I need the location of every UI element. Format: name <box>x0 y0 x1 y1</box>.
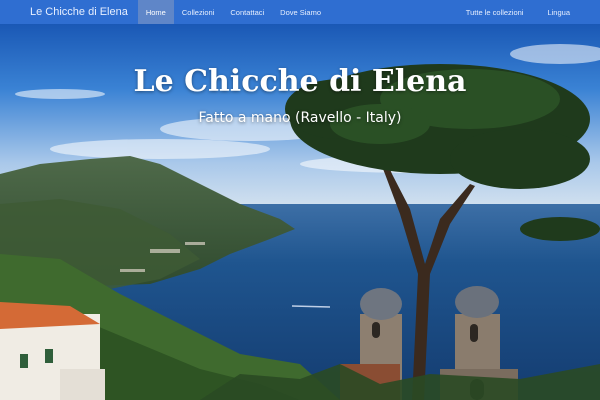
nav-item-contattaci[interactable]: Contattaci <box>222 0 272 24</box>
nav-item-lingua[interactable]: Lingua <box>535 0 582 24</box>
nav-item-home[interactable]: Home <box>137 0 174 24</box>
hero-banner: Le Chicche di Elena Fatto a mano (Ravell… <box>0 24 600 400</box>
hero-subtitle: Fatto a mano (Ravello - Italy) <box>198 110 402 126</box>
nav-menu-right: Tutte le collezioni Lingua <box>454 0 600 24</box>
top-navbar: Le Chicche di Elena Home Collezioni Cont… <box>0 0 600 24</box>
nav-item-collezioni[interactable]: Collezioni <box>174 0 223 24</box>
nav-item-dove-siamo[interactable]: Dove Siamo <box>272 0 329 24</box>
nav-item-tutte-le-collezioni[interactable]: Tutte le collezioni <box>454 0 536 24</box>
brand-link[interactable]: Le Chicche di Elena <box>0 0 138 24</box>
boat-wake <box>291 305 331 308</box>
hero-title: Le Chicche di Elena <box>133 64 467 99</box>
nav-menu: Home Collezioni Contattaci Dove Siamo <box>137 0 329 24</box>
house-red-roof <box>0 302 105 400</box>
